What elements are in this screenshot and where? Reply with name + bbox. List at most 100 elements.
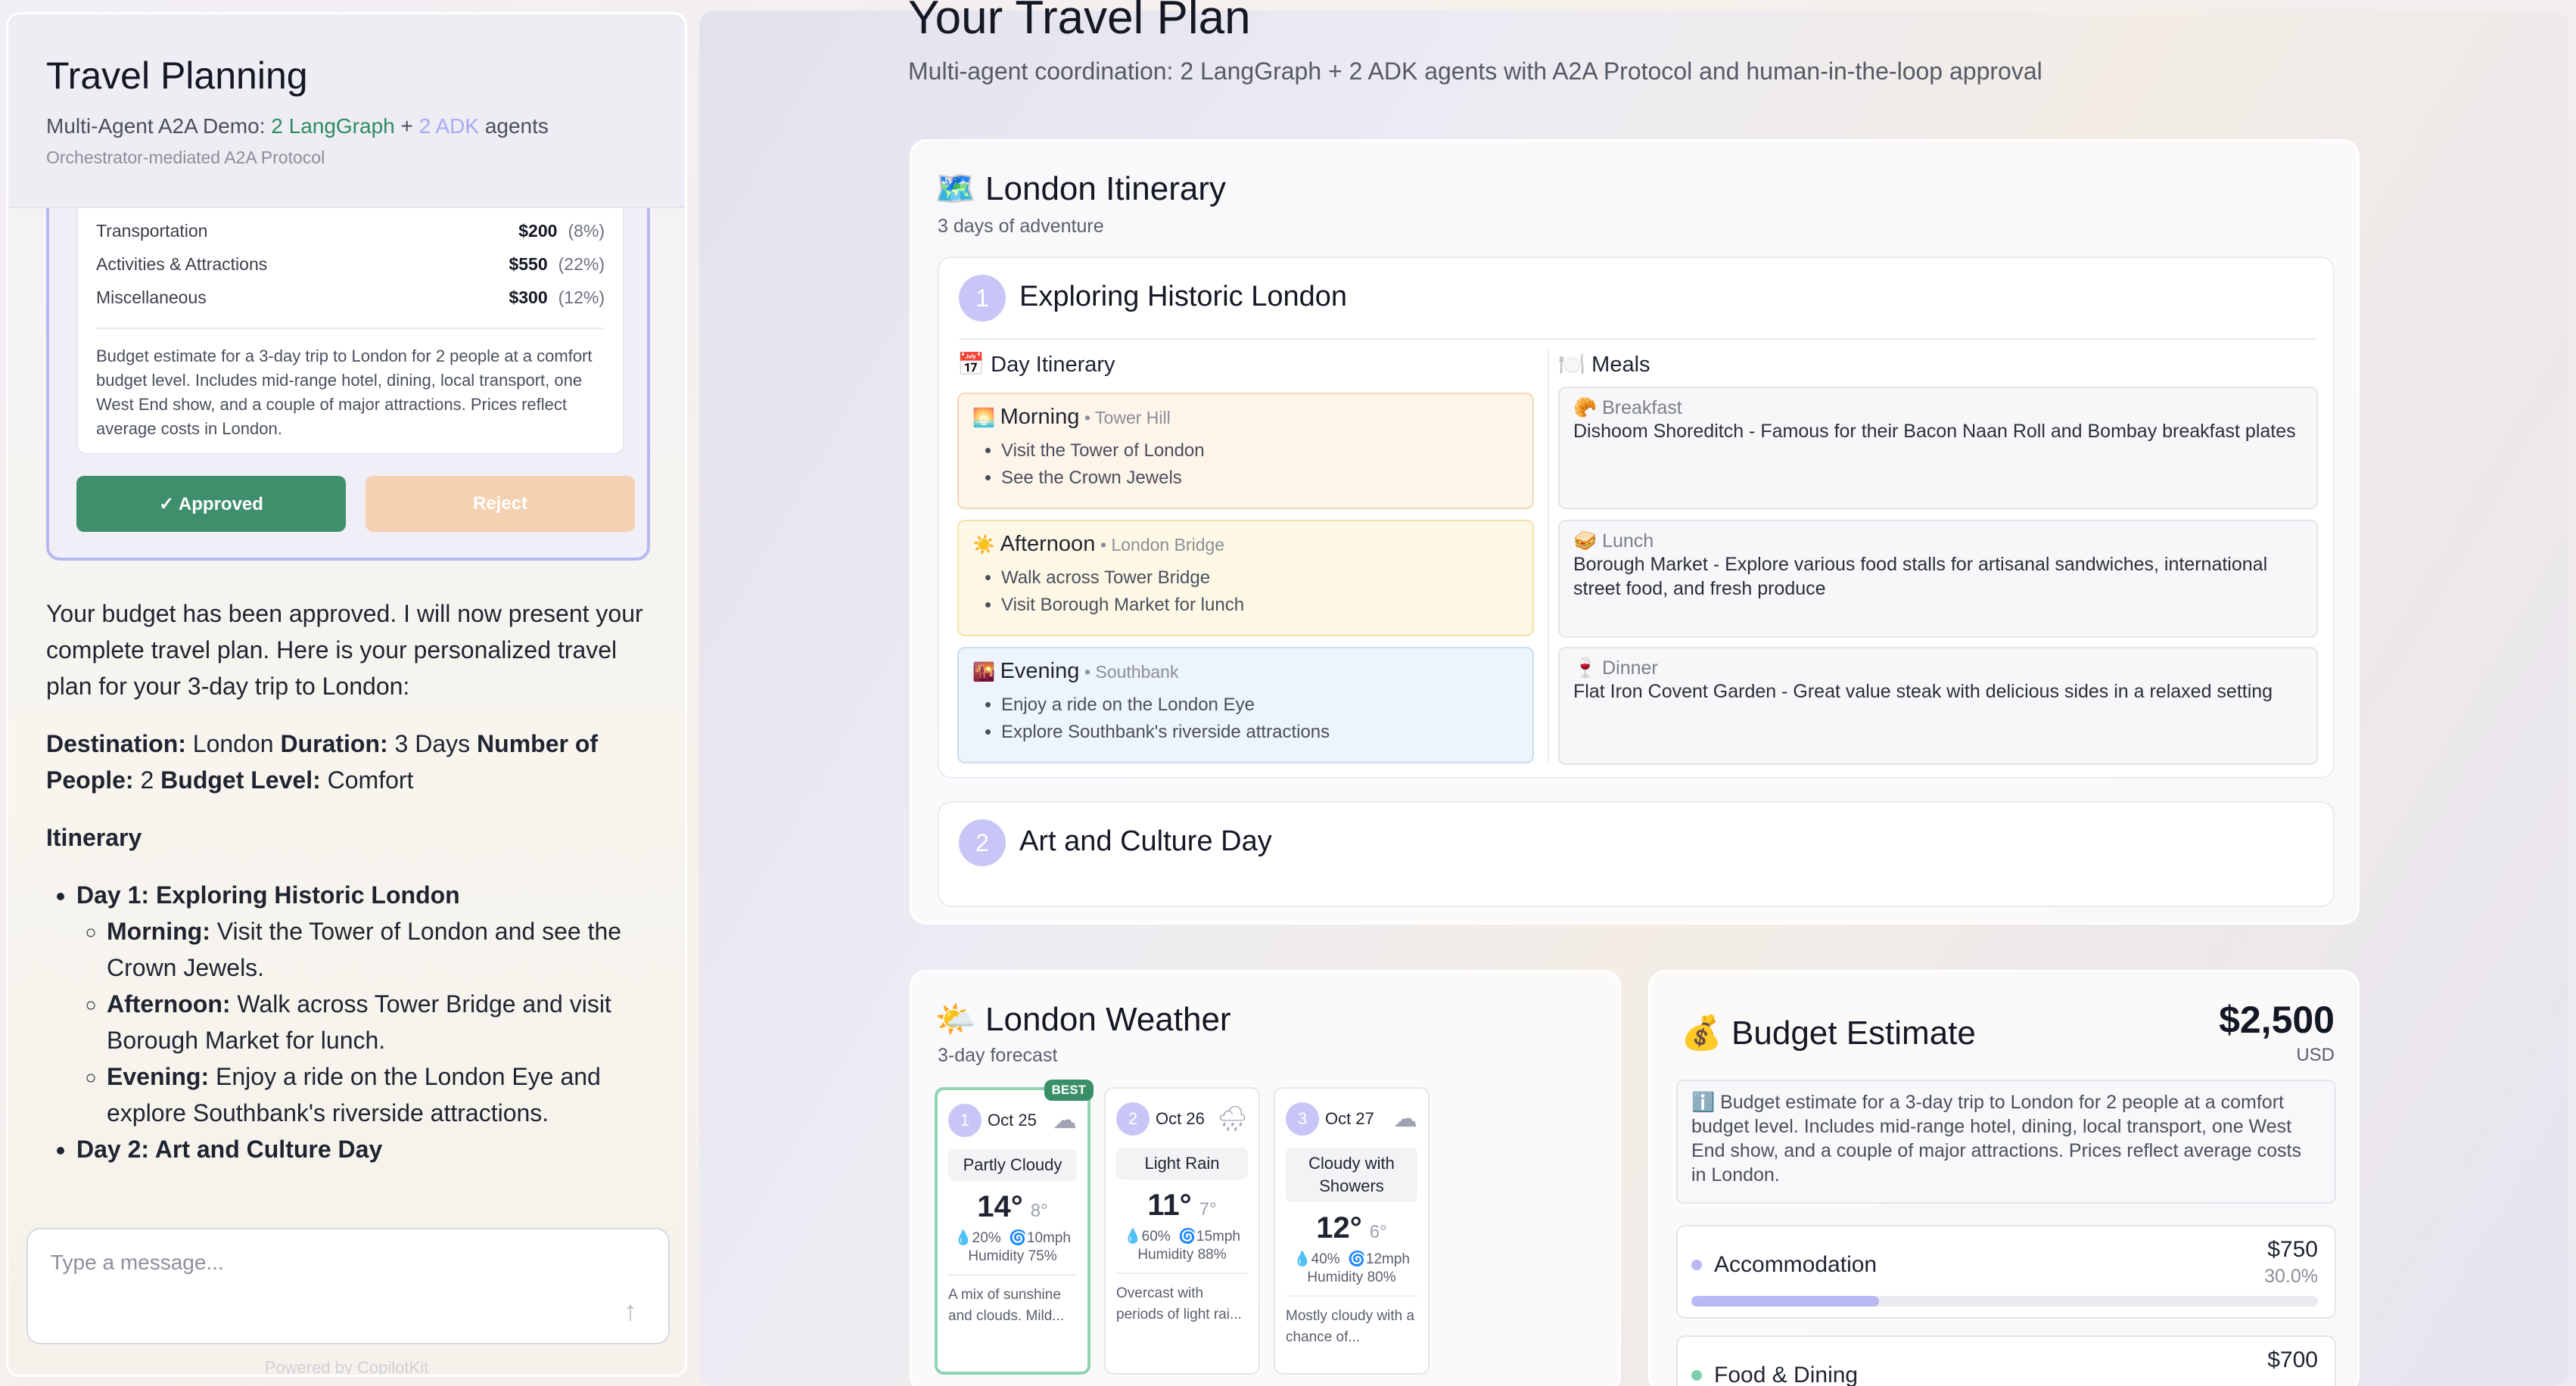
people-value: 2 [133, 766, 161, 794]
meal-text: Borough Market - Explore various food st… [1573, 554, 2268, 599]
weather-subtitle: 3-day forecast [938, 1045, 1058, 1066]
list-item: Day 1: Exploring Historic London Morning… [76, 877, 644, 1131]
slot-location: • Tower Hill [1084, 408, 1171, 427]
protocol-label: Orchestrator-mediated A2A Protocol [46, 148, 325, 167]
day-number: 2 [1116, 1102, 1150, 1136]
powered-by: Powered by CopilotKit [264, 1358, 429, 1377]
itinerary-list: Day 1: Exploring Historic London Morning… [76, 877, 644, 1167]
humidity: Humidity 80% [1286, 1269, 1417, 1297]
day-number: 1 [959, 275, 1006, 322]
budget-row-value: $300 (12%) [509, 287, 605, 308]
low-temp: 8° [1030, 1201, 1048, 1221]
page-title: Your Travel Plan [908, 0, 1251, 44]
dinner-item: 🍷 Dinner Flat Iron Covent Garden - Great… [1558, 647, 2318, 765]
forecast-day[interactable]: 2 Oct 26 🌧 Light Rain 11° 7° 💧60% 🌀15mph H… [1104, 1087, 1260, 1375]
money-bag-icon: 💰 [1681, 1015, 1722, 1052]
category-name: Accommodation [1714, 1252, 1878, 1277]
forecast-date: Oct 25 [988, 1111, 1037, 1130]
budget-total: $2,500 [2219, 999, 2335, 1041]
reject-button[interactable]: Reject [366, 476, 635, 532]
category-amount: $700 [2267, 1347, 2318, 1372]
cloud-icon: ☁ [1053, 1106, 1077, 1133]
meal-label: Breakfast [1602, 397, 1682, 418]
sun-icon: ☀️ [972, 535, 995, 555]
category-percent: 30.0% [2264, 1266, 2318, 1287]
level-label: Budget Level: [160, 766, 321, 794]
budget-row-amount: $200 [518, 220, 558, 241]
cloud-icon: ☁ [1393, 1105, 1417, 1132]
slot-location: • Southbank [1084, 662, 1179, 682]
message-intro: Your budget has been approved. I will no… [46, 600, 643, 700]
day1-heading: Day 1: Exploring Historic London [76, 881, 460, 909]
humidity: Humidity 88% [1116, 1247, 1248, 1274]
high-temp: 11° [1147, 1189, 1192, 1222]
category-dot [1691, 1260, 1702, 1270]
breakfast-item: 🥐 Breakfast Dishoom Shoreditch - Famous … [1558, 387, 2318, 509]
list-item: Walk across Tower Bridge [1001, 564, 1519, 592]
list-item: Morning: Visit the Tower of London and s… [107, 913, 644, 986]
arrow-up-icon: ↑ [624, 1295, 637, 1326]
forecast-meta: 💧20% 🌀10mph [948, 1229, 1077, 1247]
wind: 🌀15mph [1178, 1229, 1240, 1245]
meals-label: Meals [1591, 353, 1650, 377]
wind: 🌀10mph [1009, 1230, 1071, 1246]
high-temp: 14° [977, 1190, 1023, 1223]
budget-row: Activities & Attractions $550 (22%) [96, 247, 605, 281]
map-icon: 🗺️ [935, 170, 976, 207]
forecast-date: Oct 27 [1325, 1109, 1374, 1128]
slot-name: Morning [1000, 405, 1080, 429]
subtitle-prefix: Multi-Agent A2A Demo: [46, 114, 272, 138]
budget-title-text: Budget Estimate [1731, 1015, 1976, 1052]
itinerary-heading: Itinerary [46, 819, 644, 856]
subtitle-plus: + [394, 114, 419, 138]
forecast-meta: 💧60% 🌀15mph [1116, 1227, 1248, 1245]
budget-row-percent: (22%) [558, 253, 605, 274]
duration-label: Duration: [280, 730, 388, 757]
budget-card: 💰 Budget Estimate $2,500 USD ℹ️ Budget e… [1648, 970, 2360, 1386]
duration-value: 3 Days [387, 730, 478, 757]
afternoon-slot: ☀️ Afternoon • London Bridge Walk across… [957, 520, 1534, 636]
weather-title: 🌤️ London Weather [935, 999, 1231, 1039]
low-temp: 6° [1369, 1222, 1387, 1242]
list-item: Enjoy a ride on the London Eye [1001, 691, 1519, 719]
itinerary-card: 🗺️ London Itinerary 3 days of adventure … [910, 139, 2360, 925]
message-input[interactable]: Type a message... ↑ [26, 1228, 670, 1344]
morning-label: Morning: [107, 918, 210, 945]
app-title: Travel Planning [46, 54, 308, 97]
budget-category: Food & Dining $700 [1676, 1335, 2336, 1386]
humidity: Humidity 75% [948, 1248, 1077, 1276]
afternoon-label: Afternoon: [107, 990, 231, 1018]
budget-row: Transportation $200 (8%) [96, 214, 605, 247]
adk-count: 2 ADK [418, 114, 480, 138]
list-item: Visit the Tower of London [1001, 437, 1519, 465]
forecast-date: Oct 26 [1156, 1109, 1205, 1128]
forecast-day[interactable]: BEST 1 Oct 25 ☁ Partly Cloudy 14° 8° 💧20% … [935, 1080, 1094, 1375]
evening-slot: 🌇 Evening • Southbank Enjoy a ride on th… [957, 647, 1534, 763]
day-itinerary-heading: 📅 Day Itinerary [957, 352, 1115, 378]
budget-row-percent: (8%) [568, 220, 605, 241]
itinerary-title: 🗺️ London Itinerary [935, 169, 1226, 208]
sun-cloud-icon: 🌤️ [935, 1001, 976, 1038]
dest-value: London [185, 730, 281, 757]
forecast-temp: 12° 6° [1286, 1211, 1417, 1245]
forecast-day[interactable]: 3 Oct 27 ☁ Cloudy with Showers 12° 6° 💧40%… [1274, 1087, 1430, 1375]
itinerary-subtitle: 3 days of adventure [938, 216, 1104, 237]
day-title: Exploring Historic London [1019, 281, 1348, 312]
slot-location: • London Bridge [1100, 535, 1225, 555]
chat-header: Travel Planning Multi-Agent A2A Demo: 2 … [8, 14, 685, 208]
list-item: Visit Borough Market for lunch [1001, 592, 1519, 619]
precip: 💧20% [954, 1230, 1001, 1246]
slot-name: Afternoon [1000, 532, 1096, 556]
day-card: 1 Exploring Historic London 📅 Day Itiner… [938, 256, 2335, 778]
high-temp: 12° [1316, 1211, 1362, 1245]
day-number: 3 [1286, 1102, 1319, 1136]
divider [1548, 349, 1549, 763]
approve-button[interactable]: ✓ Approved [76, 476, 346, 532]
forecast-meta: 💧40% 🌀12mph [1286, 1250, 1417, 1268]
budget-approval-note: Budget estimate for a 3-day trip to Lond… [96, 328, 605, 441]
precip: 💧60% [1123, 1229, 1171, 1245]
forecast-temp: 11° 7° [1116, 1189, 1248, 1223]
send-button[interactable]: ↑ [614, 1294, 647, 1328]
category-name: Food & Dining [1714, 1363, 1859, 1386]
budget-row-label: Activities & Attractions [96, 253, 268, 274]
